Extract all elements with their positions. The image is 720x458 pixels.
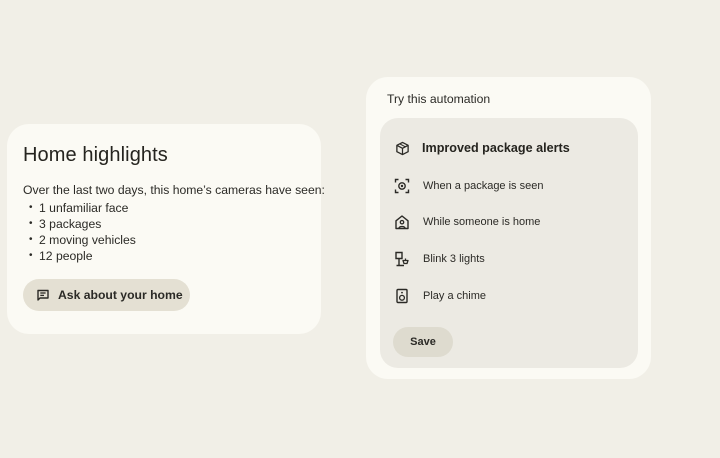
automation-item-action-lights: Blink 3 lights bbox=[394, 251, 485, 267]
chat-edit-icon bbox=[36, 288, 50, 302]
automation-item-label: While someone is home bbox=[423, 216, 541, 228]
automation-item-label: Blink 3 lights bbox=[423, 253, 485, 265]
ask-about-home-label: Ask about your home bbox=[58, 288, 183, 302]
automation-item-condition: While someone is home bbox=[394, 214, 540, 230]
automation-item-label: Play a chime bbox=[423, 290, 486, 302]
automation-title-row: Improved package alerts bbox=[394, 140, 570, 156]
speaker-icon bbox=[394, 288, 410, 304]
automation-item-action-chime: Play a chime bbox=[394, 288, 486, 304]
home-highlights-intro: Over the last two days, this home’s came… bbox=[23, 183, 325, 197]
automation-header: Try this automation bbox=[387, 92, 491, 106]
home-person-icon bbox=[394, 214, 410, 230]
save-button[interactable]: Save bbox=[393, 327, 453, 357]
home-highlights-card: Home highlights Over the last two days, … bbox=[7, 124, 325, 334]
automation-item-trigger: When a package is seen bbox=[394, 178, 543, 194]
lamp-icon bbox=[394, 251, 410, 267]
highlights-list: 1 unfamiliar face 3 packages 2 moving ve… bbox=[23, 200, 305, 264]
automation-panel: Improved package alerts When a package i… bbox=[380, 118, 638, 368]
list-item: 2 moving vehicles bbox=[29, 232, 305, 248]
ask-about-home-button[interactable]: Ask about your home bbox=[23, 279, 190, 311]
automation-card: Try this automation Improved package ale… bbox=[366, 77, 651, 379]
list-item: 12 people bbox=[29, 248, 305, 264]
automation-item-label: When a package is seen bbox=[423, 180, 544, 192]
home-highlights-title: Home highlights bbox=[23, 144, 168, 166]
list-item: 1 unfamiliar face bbox=[29, 200, 305, 216]
automation-title: Improved package alerts bbox=[422, 141, 570, 155]
list-item: 3 packages bbox=[29, 216, 305, 232]
camera-detect-icon bbox=[394, 178, 410, 194]
package-icon bbox=[394, 140, 410, 156]
